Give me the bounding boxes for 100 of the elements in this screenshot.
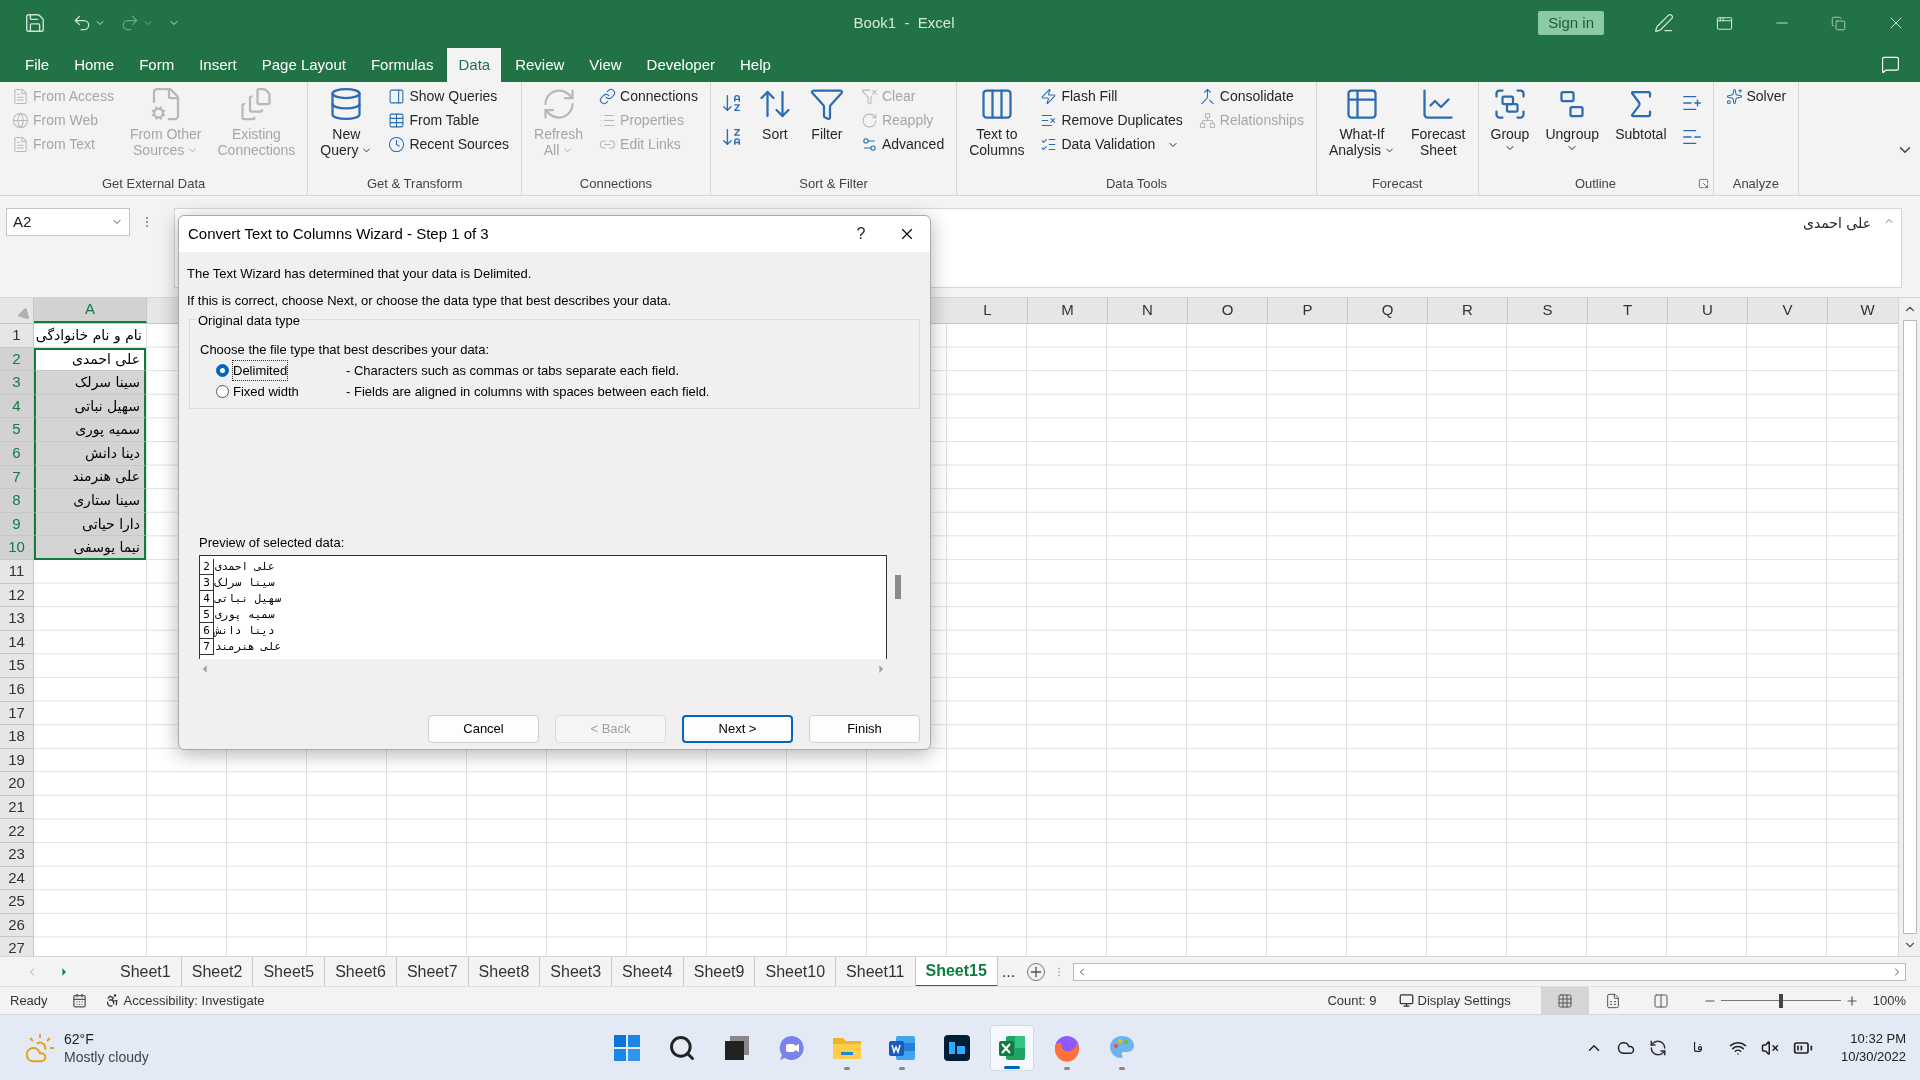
accessibility-button[interactable]: Accessibility: Investigate	[104, 990, 265, 1011]
column-header[interactable]: L	[948, 298, 1028, 323]
row-header[interactable]: 27	[0, 937, 34, 956]
dialog-launcher-icon[interactable]	[1697, 178, 1709, 189]
zoom-in-icon[interactable]	[1844, 993, 1859, 1008]
ribbon-large-button[interactable]: Ungroup	[1541, 86, 1604, 173]
input-language[interactable]: فا	[1692, 1037, 1703, 1058]
row-header[interactable]: 3	[0, 371, 34, 395]
radio-button[interactable]	[216, 385, 229, 398]
row-header[interactable]: 26	[0, 913, 34, 938]
ribbon-large-button[interactable]: Group	[1486, 86, 1534, 173]
ribbon-tab[interactable]: Review	[504, 48, 576, 82]
row-header[interactable]: 5	[0, 418, 34, 442]
cell[interactable]: سمیه پوری	[34, 418, 146, 442]
radio-option[interactable]: Delimited	[216, 360, 346, 381]
cell[interactable]: سینا ستاری	[34, 489, 146, 513]
row-header[interactable]: 19	[0, 748, 34, 773]
radio-option[interactable]: Fixed width	[216, 381, 346, 402]
display-settings-button[interactable]: Display Settings	[1398, 990, 1511, 1011]
undo-icon[interactable]	[72, 13, 92, 33]
row-header[interactable]: 18	[0, 725, 34, 749]
ribbon-tab[interactable]: Help	[728, 48, 782, 82]
column-header[interactable]: M	[1028, 298, 1108, 323]
row-header[interactable]: 17	[0, 701, 34, 726]
ribbon-tab[interactable]: View	[578, 48, 633, 82]
column-header[interactable]: O	[1188, 298, 1268, 323]
cell[interactable]: علی احمدی	[34, 347, 146, 372]
row-header[interactable]: 23	[0, 843, 34, 867]
chat-icon[interactable]	[777, 1033, 806, 1062]
column-header[interactable]: U	[1668, 298, 1748, 323]
radio-button[interactable]	[216, 364, 229, 377]
dialog-button[interactable]: Finish	[809, 715, 920, 743]
sync-icon[interactable]	[1648, 1038, 1667, 1057]
row-header[interactable]: 6	[0, 441, 34, 466]
more-sheets-button[interactable]: ...	[997, 959, 1020, 984]
vertical-scrollbar[interactable]	[1898, 298, 1920, 956]
ribbon-tab[interactable]: Insert	[188, 48, 248, 82]
search-icon[interactable]	[667, 1033, 696, 1062]
cell[interactable]: علی هنرمند	[34, 465, 146, 490]
row-header[interactable]: 10	[0, 536, 34, 560]
sign-in-button[interactable]: Sign in	[1538, 11, 1604, 35]
row-header[interactable]: 22	[0, 819, 34, 844]
column-header[interactable]: N	[1108, 298, 1188, 323]
ribbon-tab[interactable]: Page Layout	[250, 48, 357, 82]
ribbon-button[interactable]: Connections	[595, 86, 702, 107]
ribbon-button[interactable]: Data Validation	[1036, 134, 1187, 155]
clock-time[interactable]: 10:32 PM	[1850, 1029, 1906, 1048]
help-button[interactable]: ?	[838, 216, 884, 252]
row-header[interactable]: 14	[0, 630, 34, 655]
column-header[interactable]: P	[1268, 298, 1348, 323]
column-header[interactable]: S	[1508, 298, 1588, 323]
task-view-icon[interactable]	[723, 1034, 750, 1061]
horizontal-scrollbar[interactable]	[1073, 962, 1906, 981]
pen-icon[interactable]	[1654, 13, 1674, 33]
column-header[interactable]: Q	[1348, 298, 1428, 323]
dialog-button[interactable]: Cancel	[428, 715, 539, 743]
ribbon-display-icon[interactable]	[1716, 14, 1733, 32]
scrollbar-thumb[interactable]	[1902, 320, 1917, 934]
cell[interactable]: نیما یوسفی	[34, 536, 146, 560]
document-app-icon[interactable]	[887, 1033, 916, 1062]
ribbon-button[interactable]: Remove Duplicates	[1036, 110, 1187, 131]
name-box[interactable]: A2	[6, 208, 130, 236]
row-header[interactable]: 15	[0, 654, 34, 678]
row-header[interactable]: 1	[0, 324, 34, 348]
spreadsheet-app-icon[interactable]	[997, 1033, 1026, 1062]
ribbon-button[interactable]: Solver	[1721, 86, 1791, 107]
ribbon-tab[interactable]: Data	[447, 48, 502, 82]
slider-thumb[interactable]	[1778, 993, 1783, 1008]
ribbon-button[interactable]: Recent Sources	[384, 134, 514, 155]
row-header[interactable]: 24	[0, 866, 34, 891]
row-header[interactable]: 9	[0, 512, 34, 537]
row-header[interactable]: 16	[0, 677, 34, 702]
row-header[interactable]: 13	[0, 607, 34, 631]
restore-icon[interactable]	[1831, 15, 1846, 31]
row-header[interactable]: 2	[0, 347, 34, 372]
ribbon-button[interactable]: From Table	[384, 110, 514, 131]
ribbon-button[interactable]: Flash Fill	[1036, 86, 1187, 107]
ribbon-button[interactable]: Advanced	[856, 134, 949, 155]
column-header[interactable]: A	[34, 298, 147, 323]
ribbon-large-button[interactable]: Sort	[752, 86, 797, 173]
ribbon-tab[interactable]: File	[14, 48, 61, 82]
view-button[interactable]	[1540, 986, 1589, 1015]
column-header[interactable]: R	[1428, 298, 1508, 323]
volume-muted-icon[interactable]	[1760, 1038, 1779, 1057]
ribbon-tab[interactable]: Home	[63, 48, 126, 82]
macro-recording-icon[interactable]	[71, 993, 87, 1008]
scrollbar-thumb[interactable]	[895, 575, 901, 599]
row-header[interactable]: 8	[0, 489, 34, 513]
sheet-tab[interactable]: Sheet15	[915, 956, 998, 987]
cell[interactable]: سینا سرلک	[34, 371, 146, 395]
image-editor-icon[interactable]	[942, 1033, 971, 1062]
save-icon[interactable]	[24, 12, 46, 34]
ribbon-large-button[interactable]: New Query	[316, 86, 377, 173]
row-header[interactable]: 7	[0, 465, 34, 490]
browser-icon[interactable]	[1052, 1033, 1081, 1062]
row-header[interactable]: 20	[0, 772, 34, 796]
cell[interactable]: دارا حیاتی	[34, 512, 146, 537]
ribbon-large-button[interactable]: Text to Columns	[965, 86, 1029, 173]
row-header[interactable]: 11	[0, 559, 34, 584]
zoom-level[interactable]: 100%	[1872, 990, 1906, 1011]
